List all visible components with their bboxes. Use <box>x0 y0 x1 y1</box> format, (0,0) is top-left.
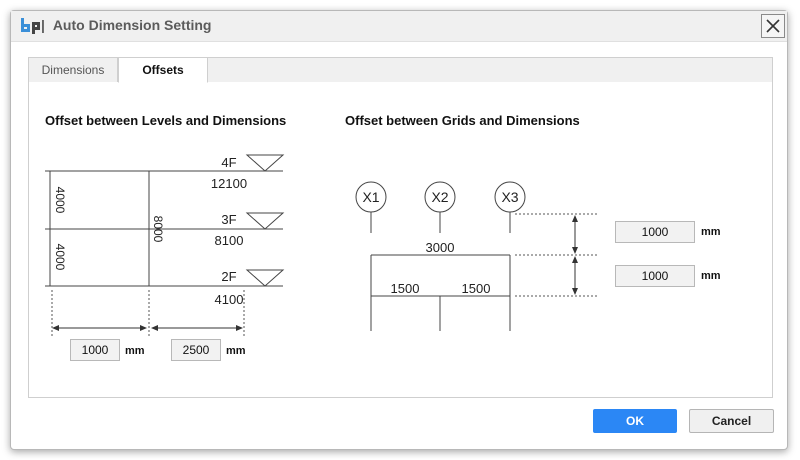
offsets-panel: Offset between Levels and Dimensions Off… <box>28 82 773 398</box>
tab-offsets[interactable]: Offsets <box>118 57 208 83</box>
auto-dimension-dialog: | Auto Dimension Setting Dimensions Offs… <box>10 10 788 450</box>
title-bar: | Auto Dimension Setting <box>11 11 787 42</box>
overall-dim-label: 3000 <box>426 240 455 255</box>
tab-strip-background <box>208 57 773 83</box>
level-offset-2-unit: mm <box>226 345 246 357</box>
span-dim-label-1: 1500 <box>391 281 420 296</box>
level-marker-4f <box>245 154 285 172</box>
grid-label-x3: X3 <box>501 189 518 205</box>
title-separator: | <box>41 17 45 33</box>
close-icon <box>766 19 780 33</box>
close-button[interactable] <box>761 14 785 38</box>
grid-offset-2-unit: mm <box>701 270 721 282</box>
level-marker-2f <box>245 269 285 287</box>
level-label-3f: 3F <box>221 212 236 227</box>
story-height-lower: 4000 <box>53 244 67 271</box>
grid-offset-2-input[interactable] <box>615 265 695 287</box>
level-offset-1-input[interactable] <box>70 339 120 361</box>
level-offset-2-input[interactable] <box>171 339 221 361</box>
elevation-label-4f: 12100 <box>211 176 247 191</box>
total-height-label: 8000 <box>151 216 165 243</box>
level-offset-1-unit: mm <box>125 345 145 357</box>
elevation-label-3f: 8100 <box>215 233 244 248</box>
story-height-upper: 4000 <box>53 187 67 214</box>
elevation-label-2f: 4100 <box>215 292 244 307</box>
cancel-button[interactable]: Cancel <box>689 409 774 433</box>
grid-label-x1: X1 <box>362 189 379 205</box>
tab-strip: Dimensions Offsets <box>28 57 773 83</box>
ok-button[interactable]: OK <box>593 409 677 433</box>
span-dim-label-2: 1500 <box>462 281 491 296</box>
tab-dimensions[interactable]: Dimensions <box>28 57 118 83</box>
grid-offset-1-unit: mm <box>701 226 721 238</box>
level-marker-3f <box>245 212 285 230</box>
window-title: Auto Dimension Setting <box>52 17 212 33</box>
level-label-2f: 2F <box>221 269 236 284</box>
grid-label-x2: X2 <box>431 189 448 205</box>
level-label-4f: 4F <box>221 155 236 170</box>
grid-offset-1-input[interactable] <box>615 221 695 243</box>
